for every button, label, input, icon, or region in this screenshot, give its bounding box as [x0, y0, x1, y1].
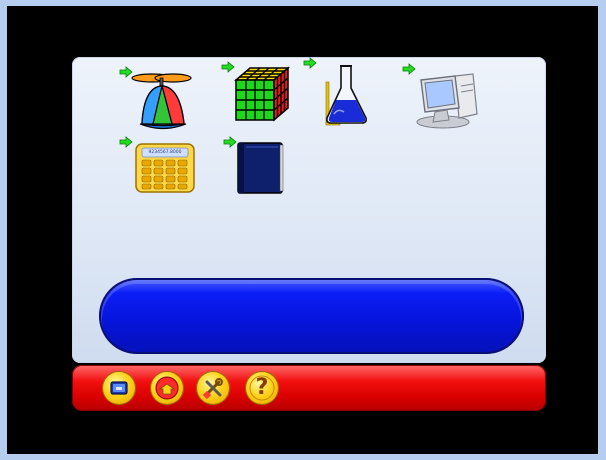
activity-computer[interactable]	[402, 63, 481, 134]
help-symbol: ?	[255, 375, 269, 400]
propeller-hat-icon	[131, 73, 192, 130]
rubiks-cube-icon	[233, 66, 291, 122]
tools-icon	[203, 378, 223, 399]
computer-icon	[416, 73, 478, 129]
activity-calculator[interactable]: 9234567.8000	[119, 136, 198, 207]
tools-button[interactable]	[197, 372, 229, 404]
bottom-toolbar: ?	[72, 365, 546, 411]
help-button[interactable]: ?	[246, 372, 278, 404]
activity-rubiks-cube[interactable]	[221, 61, 300, 132]
calculator-icon	[135, 143, 195, 193]
screen-toggle-icon	[110, 381, 128, 395]
leave-icon	[155, 376, 179, 400]
screen-toggle-button[interactable]	[103, 372, 135, 404]
activity-chemistry-flask[interactable]	[303, 57, 382, 128]
calculator-display: 9234567.8000	[148, 150, 182, 155]
chemistry-flask-icon	[325, 65, 367, 126]
status-bar	[99, 278, 524, 354]
activity-propeller-hat[interactable]	[119, 66, 198, 137]
leave-button[interactable]	[151, 372, 183, 404]
book-icon	[237, 142, 284, 194]
activity-book[interactable]	[223, 136, 302, 207]
